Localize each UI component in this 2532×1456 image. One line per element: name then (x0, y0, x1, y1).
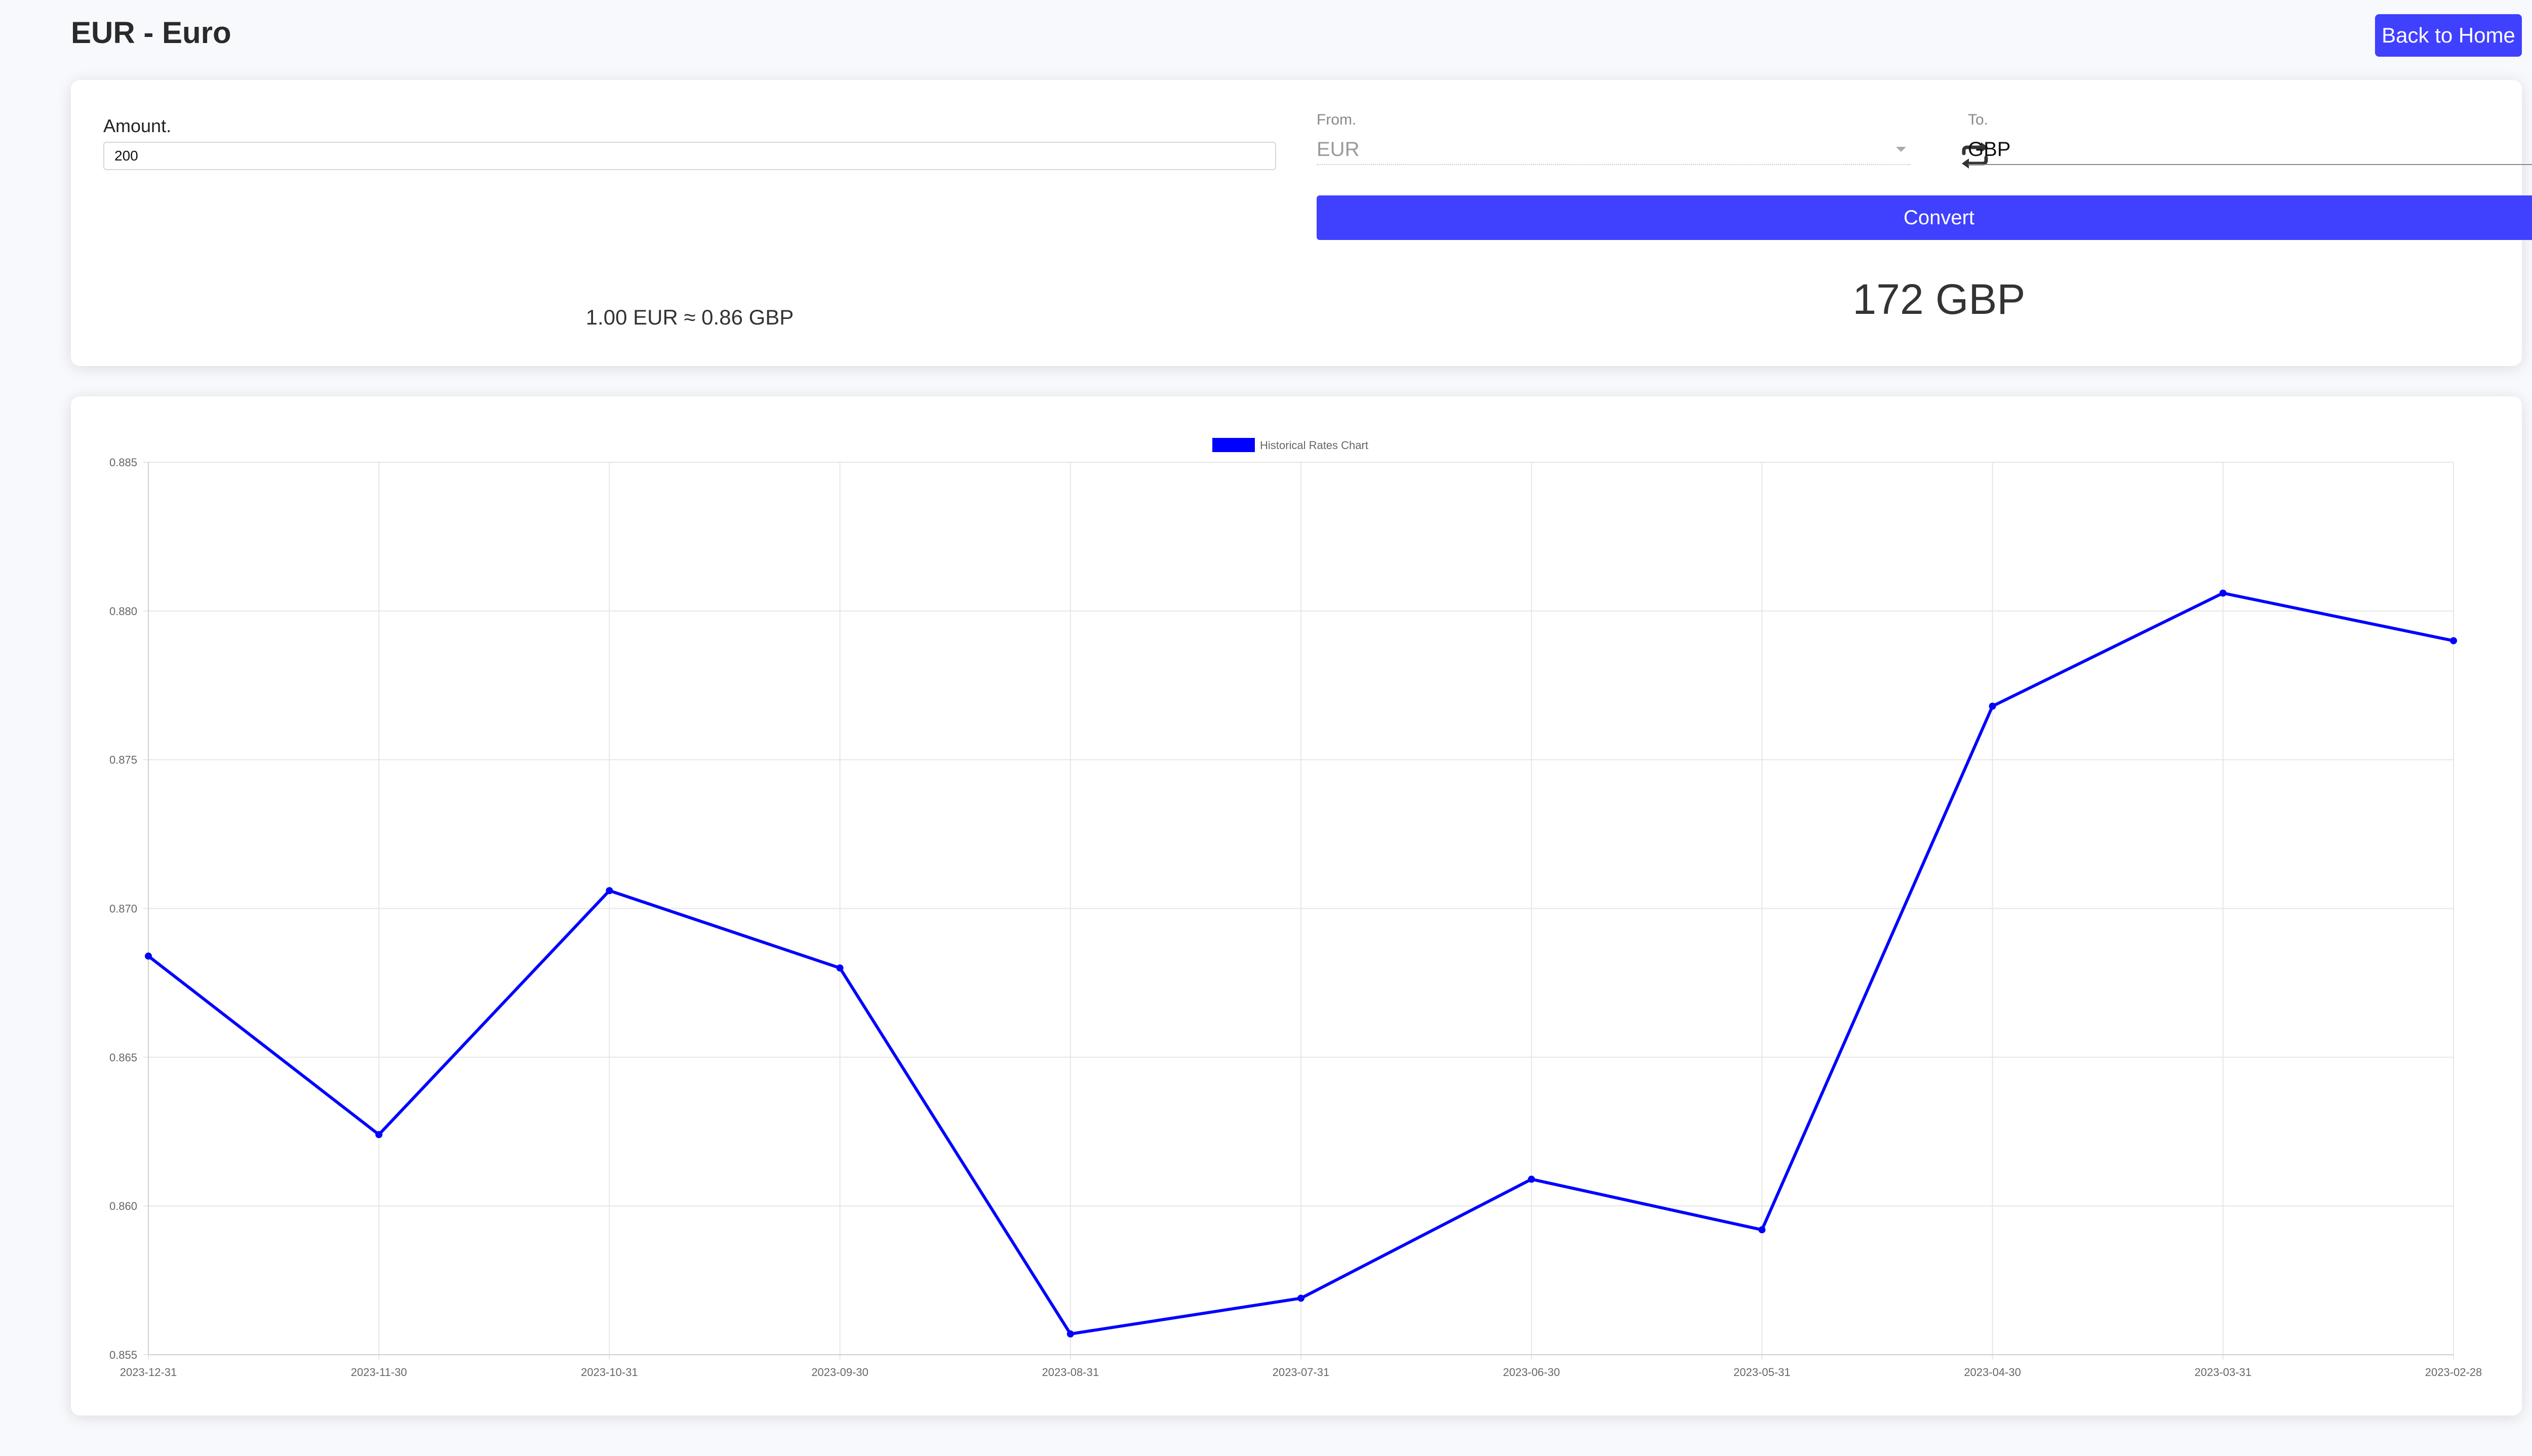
x-tick-label: 2023-04-30 (1964, 1366, 2021, 1379)
amount-label: Amount. (103, 115, 172, 136)
legend-label: Historical Rates Chart (1260, 439, 1368, 452)
y-tick-label: 0.880 (109, 605, 137, 618)
x-tick-label: 2023-02-28 (2425, 1366, 2482, 1379)
from-currency-select[interactable]: EUR (1317, 135, 1910, 165)
chevron-down-icon (1896, 147, 1906, 152)
data-point (2219, 589, 2227, 597)
y-tick-label: 0.875 (109, 754, 137, 766)
from-currency-value: EUR (1317, 138, 1360, 160)
x-tick-label: 2023-09-30 (811, 1366, 868, 1379)
convert-button[interactable]: Convert (1317, 195, 2532, 240)
page-title: EUR - Euro (71, 16, 231, 50)
legend-swatch (1212, 438, 1255, 452)
x-tick-label: 2023-11-30 (351, 1366, 407, 1379)
data-point (1297, 1295, 1304, 1302)
back-to-home-button[interactable]: Back to Home (2375, 14, 2522, 57)
x-tick-label: 2023-05-31 (1733, 1366, 1791, 1379)
data-point (1758, 1226, 1766, 1234)
to-currency-value: GBP (1968, 138, 2011, 160)
from-label: From. (1317, 111, 1357, 128)
chart-card: 0.885 0.880 0.875 0.870 0.865 0.860 0.855 2023-… (71, 396, 2522, 1415)
data-point (606, 887, 613, 895)
amount-input[interactable] (103, 142, 1276, 170)
exchange-rate-text: 1.00 EUR ≈ 0.86 GBP (585, 305, 794, 329)
data-point (836, 964, 844, 972)
data-point (2450, 637, 2457, 644)
data-point (1989, 702, 1996, 710)
y-tick-label: 0.855 (109, 1349, 137, 1361)
data-point (145, 952, 152, 960)
data-point (1528, 1176, 1535, 1183)
x-tick-label: 2023-10-31 (581, 1366, 638, 1379)
x-tick-label: 2023-12-31 (120, 1366, 177, 1379)
conversion-result: 172 GBP (1852, 275, 2026, 323)
converter-card: Amount. 1.00 EUR ≈ 0.86 GBP From. EUR To… (71, 80, 2532, 366)
y-tick-label: 0.885 (109, 456, 137, 469)
x-tick-label: 2023-03-31 (2195, 1366, 2252, 1379)
data-point (1066, 1330, 1074, 1338)
x-tick-label: 2023-06-30 (1503, 1366, 1560, 1379)
to-label: To. (1968, 111, 1989, 128)
historical-rates-chart: 0.885 0.880 0.875 0.870 0.865 0.860 0.855 2023-… (109, 438, 2482, 1379)
x-tick-label: 2023-07-31 (1273, 1366, 1330, 1379)
y-tick-label: 0.860 (109, 1200, 137, 1212)
to-currency-select[interactable]: GBP (1968, 135, 2532, 165)
y-tick-label: 0.870 (109, 903, 137, 915)
data-point (375, 1131, 383, 1139)
x-tick-label: 2023-08-31 (1042, 1366, 1099, 1379)
y-tick-label: 0.865 (109, 1051, 137, 1064)
